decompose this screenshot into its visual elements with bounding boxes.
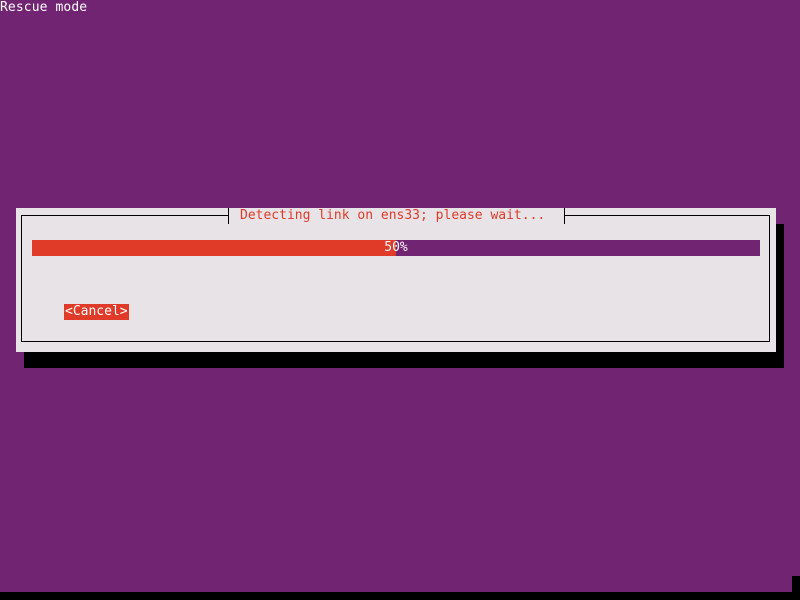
progress-label: 50% xyxy=(384,240,408,255)
dialog-title: Detecting link on ens33; please wait... xyxy=(240,208,546,224)
title-tick-right xyxy=(564,208,565,224)
title-tick-left xyxy=(228,208,229,224)
console-bottom-band xyxy=(0,592,800,600)
cancel-button[interactable]: <Cancel> xyxy=(64,304,129,320)
screen-title: Rescue mode xyxy=(0,0,88,15)
dialog-frame-top-right xyxy=(565,215,770,216)
dialog-frame-top-left xyxy=(21,215,229,216)
dialog-frame xyxy=(21,215,770,342)
progress-bar: 50% xyxy=(32,240,760,256)
progress-dialog: Detecting link on ens33; please wait... … xyxy=(16,208,776,352)
console-corner-block xyxy=(792,576,800,600)
